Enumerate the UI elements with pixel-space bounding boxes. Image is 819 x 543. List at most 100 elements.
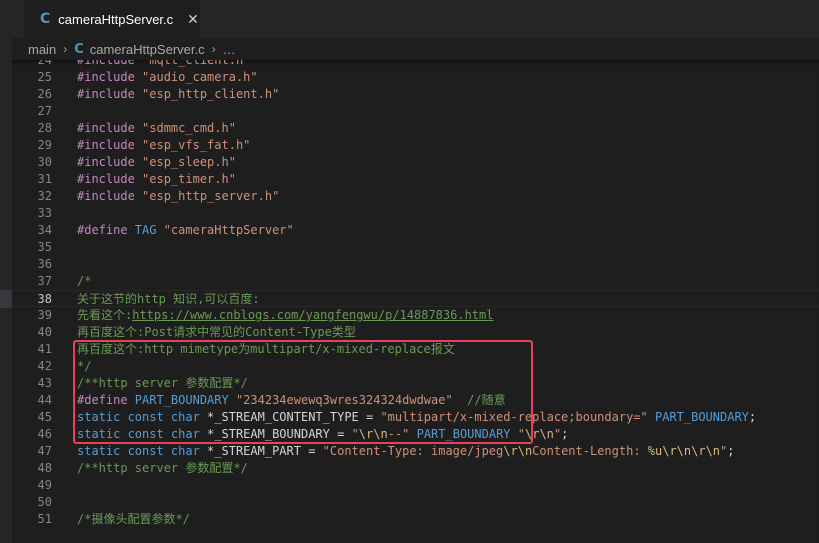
code-line[interactable]: 39 先看这个:https://www.cnblogs.com/yangfengw…: [12, 307, 819, 324]
code-text: #include "audio_camera.h": [77, 69, 258, 86]
line-number: 27: [37, 104, 52, 118]
code-token: "cameraHttpServer": [163, 223, 294, 237]
highlight-annotation-box: [73, 340, 533, 444]
code-line[interactable]: 36: [12, 256, 819, 273]
code-token: ;: [748, 410, 757, 424]
line-number: 33: [37, 206, 52, 220]
code-token: PART_BOUNDARY: [654, 410, 749, 424]
line-number: 30: [37, 155, 52, 169]
code-line[interactable]: 30 #include "esp_sleep.h": [12, 154, 819, 171]
code-token: #include: [77, 60, 143, 67]
code-text: #include "mqtt_client.h": [77, 60, 250, 69]
code-line[interactable]: 29 #include "esp_vfs_fat.h": [12, 137, 819, 154]
code-line[interactable]: 37 /*: [12, 273, 819, 290]
code-token: TAG: [134, 223, 164, 237]
code-token: "esp_vfs_fat.h": [142, 138, 251, 152]
active-line-marker: [0, 290, 12, 308]
code-line[interactable]: 27: [12, 103, 819, 120]
line-number: 36: [37, 257, 52, 271]
code-token: #include: [77, 121, 143, 135]
breadcrumb-folder[interactable]: main: [28, 42, 56, 57]
code-line[interactable]: 34 #define TAG "cameraHttpServer": [12, 222, 819, 239]
code-line[interactable]: 33: [12, 205, 819, 222]
code-token: "esp_http_client.h": [142, 87, 280, 101]
code-line[interactable]: 25 #include "audio_camera.h": [12, 69, 819, 86]
line-number: 49: [37, 478, 52, 492]
code-token: static const char: [77, 444, 208, 458]
code-text: #include "esp_timer.h": [77, 171, 236, 188]
breadcrumb-file[interactable]: cameraHttpServer.c: [90, 42, 205, 57]
line-number: 51: [37, 512, 52, 526]
line-number: 43: [37, 376, 52, 390]
code-text: /**http server 参数配置*/: [77, 460, 248, 477]
code-token: /**http server 参数配置*/: [77, 461, 248, 475]
code-token: %u\r\n\r\n: [647, 444, 721, 458]
code-line[interactable]: 38 关于这节的http 知识,可以百度:: [12, 290, 819, 307]
code-text: 先看这个:https://www.cnblogs.com/yangfengwu/…: [77, 307, 493, 324]
code-text: #include "esp_sleep.h": [77, 154, 236, 171]
close-icon[interactable]: ✕: [187, 11, 199, 28]
code-line[interactable]: 48 /**http server 参数配置*/: [12, 460, 819, 477]
line-number: 28: [37, 121, 52, 135]
line-number: 42: [37, 359, 52, 373]
code-line[interactable]: 49: [12, 477, 819, 494]
tab-camerahttpserver[interactable]: C cameraHttpServer.c ✕: [24, 0, 200, 38]
code-token: #include: [77, 70, 143, 84]
code-token: 再百度这个:Post请求中常见的Content-Type类型: [77, 325, 356, 339]
code-line[interactable]: 32 #include "esp_http_server.h": [12, 188, 819, 205]
code-text: /*: [77, 273, 91, 290]
code-token: #include: [77, 172, 143, 186]
code-token[interactable]: https://www.cnblogs.com/yangfengwu/p/148…: [132, 308, 493, 322]
code-token: 先看这个:: [77, 308, 133, 322]
code-text: 关于这节的http 知识,可以百度:: [77, 291, 260, 308]
code-line[interactable]: 40 再百度这个:Post请求中常见的Content-Type类型: [12, 324, 819, 341]
code-line[interactable]: 24 #include "mqtt_client.h": [12, 60, 819, 69]
left-activity-strip: [0, 0, 12, 543]
c-file-icon: C: [74, 41, 84, 57]
code-text: /*摄像头配置参数*/: [77, 511, 190, 528]
breadcrumb-more[interactable]: …: [223, 42, 236, 57]
code-text: static const char *_STREAM_PART = "Conte…: [77, 443, 734, 460]
code-token: "audio_camera.h": [142, 70, 258, 84]
c-file-icon: C: [40, 11, 51, 27]
code-token: "esp_sleep.h": [142, 155, 236, 169]
code-line[interactable]: 31 #include "esp_timer.h": [12, 171, 819, 188]
chevron-right-icon: ›: [211, 42, 216, 56]
line-number: 24: [37, 60, 52, 67]
code-token: *_STREAM_PART =: [207, 444, 323, 458]
line-number: 37: [37, 274, 52, 288]
code-token: #include: [77, 189, 143, 203]
code-token: #include: [77, 87, 143, 101]
code-text: 再百度这个:Post请求中常见的Content-Type类型: [77, 324, 356, 341]
code-line[interactable]: 35: [12, 239, 819, 256]
line-number: 50: [37, 495, 52, 509]
code-token: #include: [77, 155, 143, 169]
code-text: #include "sdmmc_cmd.h": [77, 120, 236, 137]
code-text: #include "esp_http_server.h": [77, 188, 279, 205]
line-number: 29: [37, 138, 52, 152]
code-line[interactable]: 26 #include "esp_http_client.h": [12, 86, 819, 103]
code-token: "Content-Type: image/jpeg: [322, 444, 504, 458]
line-number: 47: [37, 444, 52, 458]
code-editor[interactable]: 51 /*摄像头配置参数*/ 50 49 48 /**http server 参数配置*/…: [12, 60, 819, 543]
code-line[interactable]: 51 /*摄像头配置参数*/: [12, 511, 819, 528]
code-token: 关于这节的http 知识,可以百度:: [77, 292, 260, 306]
code-token: \r\n: [503, 444, 533, 458]
tab-label: cameraHttpServer.c: [58, 11, 174, 27]
code-token: #define: [77, 223, 135, 237]
code-text: #include "esp_vfs_fat.h": [77, 137, 250, 154]
code-token: "mqtt_client.h": [142, 60, 251, 67]
code-token: ;: [561, 427, 569, 441]
line-number: 41: [37, 342, 52, 356]
line-number: 45: [37, 410, 52, 424]
code-token: ;: [727, 444, 735, 458]
line-number: 26: [37, 87, 52, 101]
code-line[interactable]: 28 #include "sdmmc_cmd.h": [12, 120, 819, 137]
code-line[interactable]: 47 static const char *_STREAM_PART = "Con…: [12, 443, 819, 460]
line-number: 40: [37, 325, 52, 339]
line-number: 39: [37, 308, 52, 322]
code-line[interactable]: 50: [12, 494, 819, 511]
code-text: #define TAG "cameraHttpServer": [77, 222, 294, 239]
line-number: 31: [37, 172, 52, 186]
code-token: /*摄像头配置参数*/: [77, 512, 190, 526]
